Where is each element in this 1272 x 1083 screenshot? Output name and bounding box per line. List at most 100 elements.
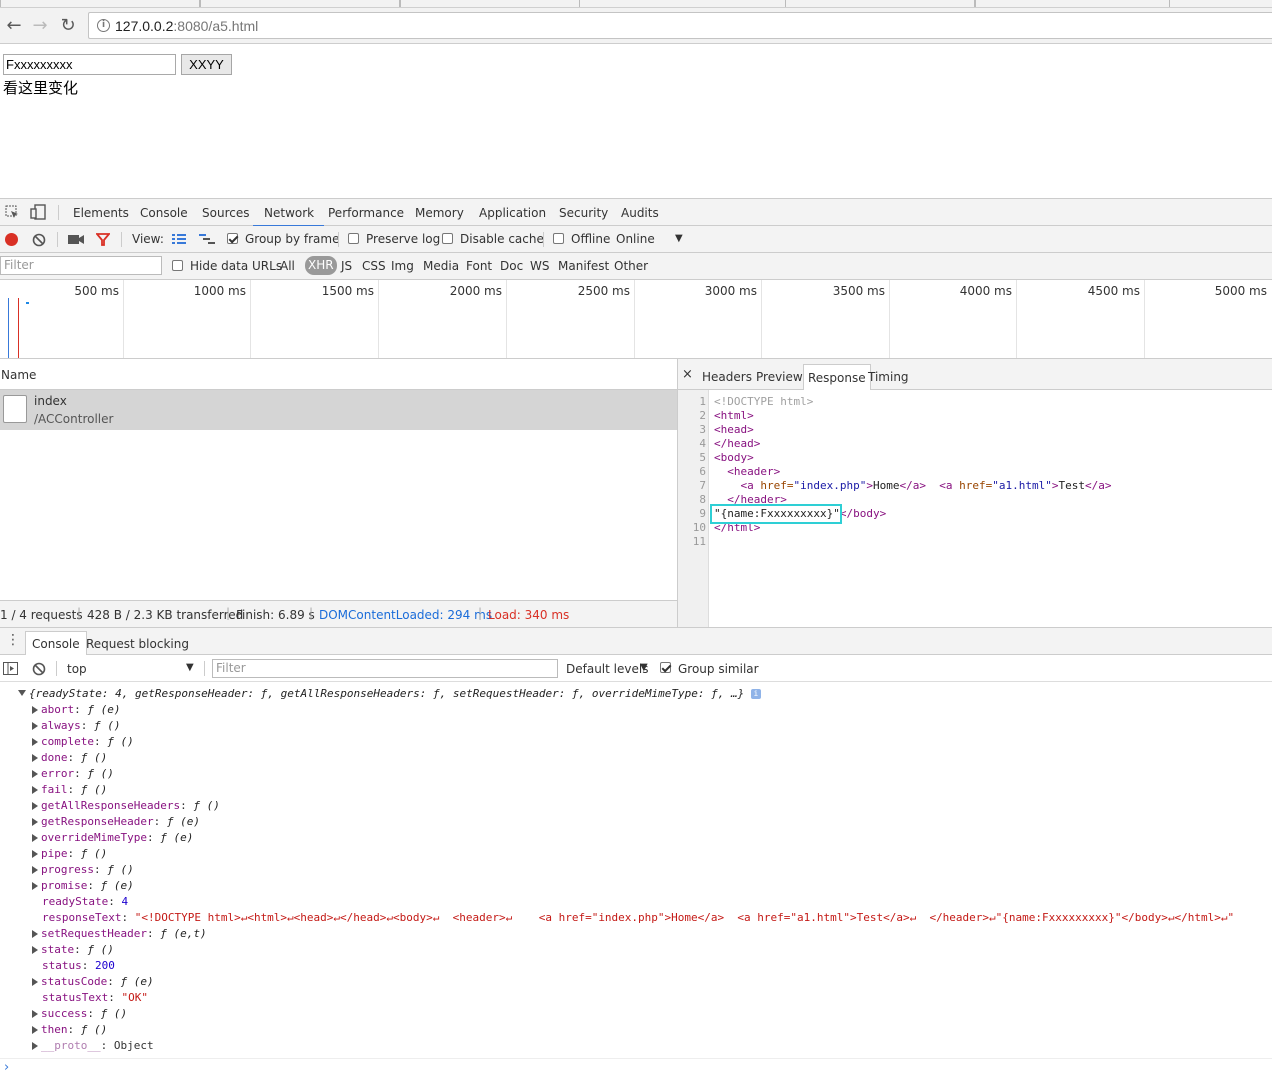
overview-waterfall-icon[interactable] [199,233,215,245]
console-property-row[interactable]: overrideMimeType: ƒ (e) [32,830,193,846]
type-filter-img[interactable]: Img [391,259,414,273]
type-filter-doc[interactable]: Doc [500,259,523,273]
console-object-summary[interactable]: {readyState: 4, getResponseHeader: ƒ, ge… [18,686,761,702]
console-property-row[interactable]: setRequestHeader: ƒ (e,t) [32,926,207,942]
type-filter-manifest[interactable]: Manifest [558,259,609,273]
network-overview[interactable]: 500 ms 1000 ms 1500 ms 2000 ms 2500 ms 3… [0,280,1272,359]
drawer-menu-icon[interactable]: ⋮ [6,633,20,647]
name-column-header[interactable]: Name [1,368,36,382]
expand-triangle-icon[interactable] [32,770,38,778]
console-property-row[interactable]: done: ƒ () [32,750,107,766]
expand-triangle-icon[interactable] [32,1042,38,1050]
type-filter-media[interactable]: Media [423,259,459,273]
context-dropdown-icon[interactable]: ▼ [186,662,194,673]
expand-triangle-icon[interactable] [32,850,38,858]
console-property-row[interactable]: statusCode: ƒ (e) [32,974,154,990]
expand-triangle-icon[interactable] [32,978,38,986]
disable-cache-checkbox[interactable] [442,233,453,244]
sidebar-toggle-icon[interactable] [3,662,18,675]
record-icon[interactable] [5,233,18,246]
submit-button[interactable]: XXYY [181,54,232,75]
tab-elements[interactable]: Elements [73,206,129,220]
device-toolbar-icon[interactable] [30,204,46,220]
table-row[interactable]: index /ACController [0,390,677,430]
browser-tab[interactable] [200,0,400,7]
console-property-row[interactable]: promise: ƒ (e) [32,878,134,894]
expand-triangle-icon[interactable] [32,1026,38,1034]
type-filter-css[interactable]: CSS [362,259,386,273]
expand-triangle-icon[interactable] [32,802,38,810]
group-by-frame-checkbox[interactable] [227,233,238,244]
type-filter-xhr[interactable]: XHR [305,256,337,275]
expand-triangle-icon[interactable] [32,930,38,938]
omnibox[interactable]: i 127.0.0.2:8080/a5.html [88,12,1272,39]
group-similar-checkbox[interactable] [660,662,671,673]
info-badge-icon[interactable]: i [750,689,761,699]
tab-console[interactable]: Console [140,206,188,220]
console-filter-input[interactable]: Filter [212,659,558,678]
expand-triangle-icon[interactable] [32,866,38,874]
throttle-select[interactable]: Online [616,232,655,246]
levels-dropdown-icon[interactable]: ▼ [640,662,648,673]
browser-tab[interactable] [785,0,975,7]
tab-preview[interactable]: Preview [756,370,803,384]
large-rows-icon[interactable] [172,233,186,245]
console-property-row[interactable]: always: ƒ () [32,718,121,734]
network-filter-input[interactable]: Filter [0,256,162,275]
expand-triangle-icon[interactable] [32,786,38,794]
context-select[interactable]: top [67,662,87,676]
console-property-row[interactable]: getResponseHeader: ƒ (e) [32,814,200,830]
console-property-row[interactable]: __proto__: Object [32,1038,154,1054]
url-text[interactable]: 127.0.0.2:8080/a5.html [115,18,258,34]
browser-tab[interactable] [975,0,1170,7]
drawer-tab-console[interactable]: Console [25,631,87,655]
type-filter-js[interactable]: JS [341,259,352,273]
filter-icon[interactable] [96,233,110,246]
tab-security[interactable]: Security [559,206,608,220]
screenshot-camera-icon[interactable] [68,234,84,245]
expand-triangle-icon[interactable] [32,946,38,954]
name-input[interactable] [3,54,176,75]
log-levels-select[interactable]: Default levels [566,662,648,676]
inspect-icon[interactable] [5,205,19,219]
response-code[interactable]: <!DOCTYPE html> <html> <head> </head> <b… [710,390,1270,627]
tab-sources[interactable]: Sources [202,206,249,220]
preserve-log-checkbox[interactable] [348,233,359,244]
expand-triangle-icon[interactable] [32,834,38,842]
console-property-row[interactable]: complete: ƒ () [32,734,134,750]
tab-timing[interactable]: Timing [868,370,909,384]
tab-headers[interactable]: Headers [702,370,752,384]
clear-console-icon[interactable] [32,662,46,676]
console-property-row[interactable]: fail: ƒ () [32,782,107,798]
hide-data-urls-checkbox[interactable] [172,260,183,271]
console-property-row[interactable]: getAllResponseHeaders: ƒ () [32,798,220,814]
browser-tab[interactable] [0,0,200,7]
console-property-row[interactable]: abort: ƒ (e) [32,702,121,718]
info-icon[interactable]: i [97,19,110,32]
expand-triangle-icon[interactable] [32,1010,38,1018]
expand-triangle-icon[interactable] [32,722,38,730]
expand-triangle-icon[interactable] [32,738,38,746]
console-property-row[interactable]: error: ƒ () [32,766,114,782]
tab-network[interactable]: Network [253,206,325,227]
expand-triangle-icon[interactable] [32,882,38,890]
close-icon[interactable]: × [682,367,693,382]
browser-tab[interactable] [400,0,580,7]
offline-checkbox[interactable] [553,233,564,244]
tab-application[interactable]: Application [479,206,546,220]
console-prompt-icon[interactable]: › [4,1060,9,1075]
drawer-tab-request-blocking[interactable]: Request blocking [86,637,189,651]
back-icon[interactable]: ← [2,14,26,38]
console-property-row[interactable]: success: ƒ () [32,1006,127,1022]
reload-icon[interactable]: ↻ [56,14,80,38]
tab-memory[interactable]: Memory [415,206,464,220]
tab-audits[interactable]: Audits [621,206,659,220]
clear-icon[interactable] [32,233,46,247]
type-filter-ws[interactable]: WS [530,259,549,273]
console-property-row[interactable]: state: ƒ () [32,942,114,958]
expand-triangle-icon[interactable] [32,754,38,762]
type-filter-font[interactable]: Font [466,259,492,273]
type-filter-all[interactable]: All [280,259,295,273]
console-property-row[interactable]: pipe: ƒ () [32,846,107,862]
throttle-dropdown-icon[interactable]: ▼ [675,233,683,244]
